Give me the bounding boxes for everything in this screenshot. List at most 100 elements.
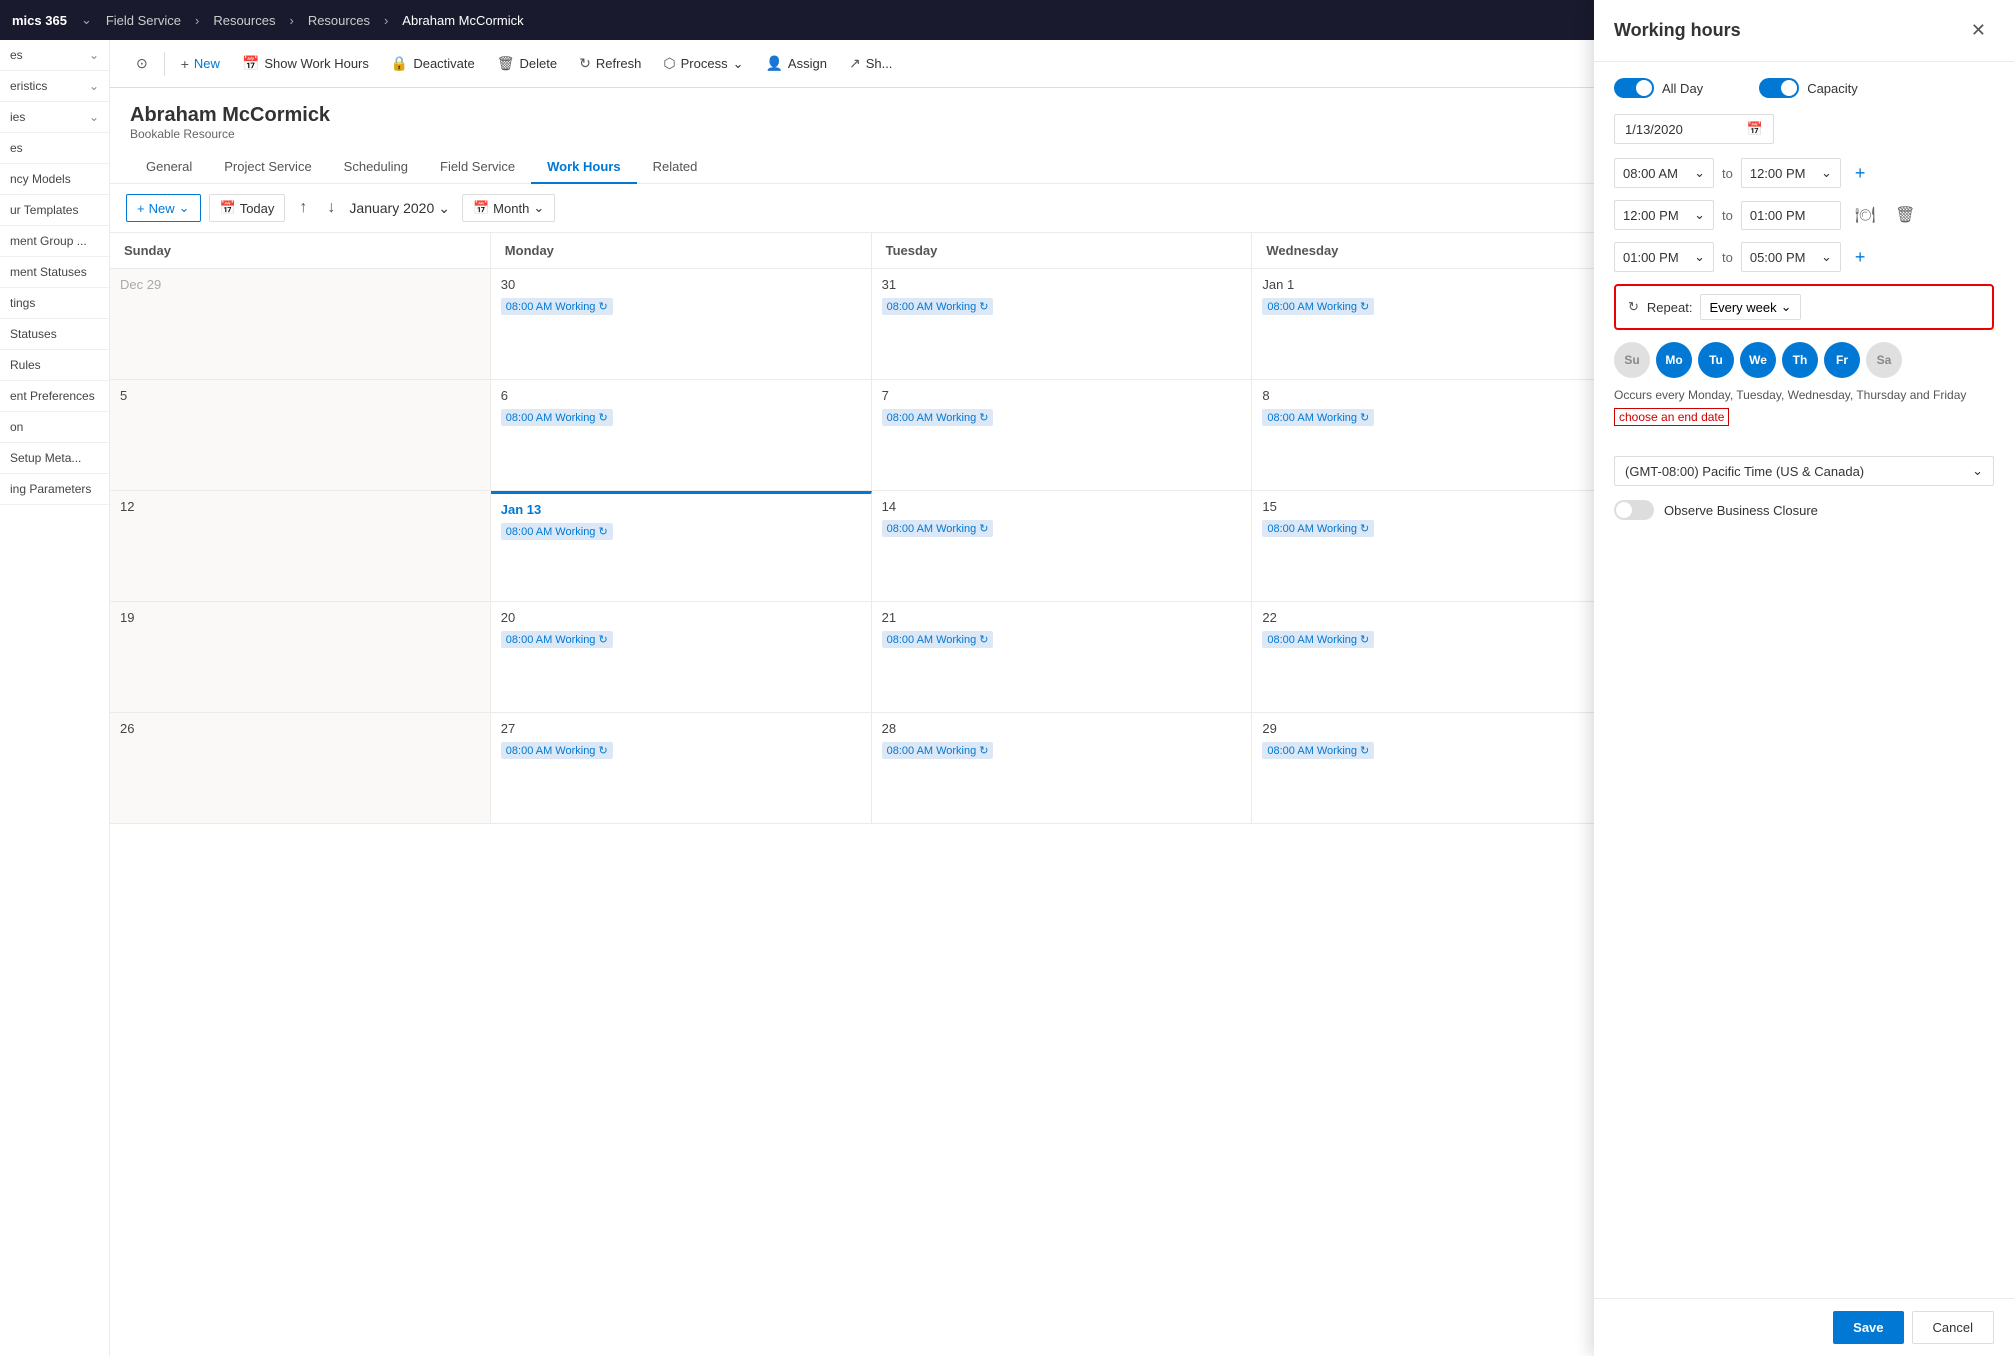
tab-scheduling[interactable]: Scheduling bbox=[328, 151, 424, 184]
cal-date: 14 bbox=[882, 499, 1242, 514]
working-badge: 08:00 AM Working ↻ bbox=[882, 409, 994, 426]
sidebar-item-11[interactable]: ent Preferences bbox=[0, 381, 109, 412]
time-to-label-1: to bbox=[1722, 166, 1733, 181]
sidebar-item-10[interactable]: Rules bbox=[0, 350, 109, 381]
cal-cell-dec29[interactable]: Dec 29 bbox=[110, 269, 491, 379]
day-circle-we[interactable]: We bbox=[1740, 342, 1776, 378]
cal-cell-12[interactable]: 12 bbox=[110, 491, 491, 601]
panel-footer: Save Cancel bbox=[1594, 1298, 2014, 1356]
working-badge[interactable]: 08:00 AM Working ↻ bbox=[501, 523, 613, 540]
refresh-button[interactable]: ↻ Refresh bbox=[569, 49, 651, 78]
sidebar-item-8[interactable]: tings bbox=[0, 288, 109, 319]
add-time-slot-3[interactable]: + bbox=[1849, 245, 1872, 270]
cal-period[interactable]: January 2020 ⌄ bbox=[349, 200, 450, 217]
add-time-slot-1[interactable]: + bbox=[1849, 161, 1872, 186]
user-icon: 👤 bbox=[765, 55, 782, 72]
day-circle-tu[interactable]: Tu bbox=[1698, 342, 1734, 378]
delete-button[interactable]: 🗑 Delete bbox=[487, 49, 567, 78]
cal-date: 31 bbox=[882, 277, 1242, 292]
cal-cell-7[interactable]: 7 08:00 AM Working ↻ bbox=[872, 380, 1253, 490]
timezone-select[interactable]: (GMT-08:00) Pacific Time (US & Canada) ⌄ bbox=[1614, 456, 1994, 486]
breadcrumb-field-service[interactable]: Field Service bbox=[106, 13, 181, 28]
process-button[interactable]: ⬡ Process ⌄ bbox=[653, 49, 753, 78]
cal-cell-31[interactable]: 31 08:00 AM Working ↻ bbox=[872, 269, 1253, 379]
share-button[interactable]: ↗ Sh... bbox=[839, 49, 902, 78]
time-to-3[interactable]: 05:00 PM ⌄ bbox=[1741, 242, 1841, 272]
cal-cell-14[interactable]: 14 08:00 AM Working ↻ bbox=[872, 491, 1253, 601]
cal-new-button[interactable]: + New ⌄ bbox=[126, 194, 201, 222]
cal-prev-button[interactable]: ↑ bbox=[293, 195, 313, 221]
cal-cell-29[interactable]: 29 08:00 AM Working ↻ bbox=[1252, 713, 1633, 823]
breadcrumb-resources-1[interactable]: Resources bbox=[213, 13, 275, 28]
delete-time-slot-2[interactable]: 🗑 bbox=[1889, 203, 1921, 227]
cal-cell-27[interactable]: 27 08:00 AM Working ↻ bbox=[491, 713, 872, 823]
end-date-row: choose an end date bbox=[1614, 408, 1994, 440]
cal-today-button[interactable]: 📅 Today bbox=[209, 194, 286, 222]
panel-close-button[interactable]: ✕ bbox=[1963, 16, 1994, 45]
cal-cell-26[interactable]: 26 bbox=[110, 713, 491, 823]
breadcrumb-resources-2[interactable]: Resources bbox=[308, 13, 370, 28]
sidebar-item-3[interactable]: es bbox=[0, 133, 109, 164]
cal-cell-jan13[interactable]: Jan 13 08:00 AM Working ↻ bbox=[491, 491, 872, 601]
tab-general[interactable]: General bbox=[130, 151, 208, 184]
cal-cell-20[interactable]: 20 08:00 AM Working ↻ bbox=[491, 602, 872, 712]
tab-field-service[interactable]: Field Service bbox=[424, 151, 531, 184]
assign-button[interactable]: 👤 Assign bbox=[755, 49, 836, 78]
tab-related[interactable]: Related bbox=[637, 151, 714, 184]
tab-project-service[interactable]: Project Service bbox=[208, 151, 327, 184]
save-button[interactable]: Save bbox=[1833, 1311, 1903, 1344]
sidebar-item-13[interactable]: Setup Meta... bbox=[0, 443, 109, 474]
day-circle-su[interactable]: Su bbox=[1614, 342, 1650, 378]
breadcrumb-person[interactable]: Abraham McCormick bbox=[402, 13, 523, 28]
history-button[interactable]: ⊙ bbox=[126, 49, 158, 78]
date-field[interactable]: 1/13/2020 📅 bbox=[1614, 114, 1774, 144]
sidebar-item-1[interactable]: eristics ⌄ bbox=[0, 71, 109, 102]
cal-cell-jan1[interactable]: Jan 1 08:00 AM Working ↻ bbox=[1252, 269, 1633, 379]
cal-view-button[interactable]: 📅 Month ⌄ bbox=[462, 194, 555, 222]
cancel-button[interactable]: Cancel bbox=[1912, 1311, 1994, 1344]
cal-cell-21[interactable]: 21 08:00 AM Working ↻ bbox=[872, 602, 1253, 712]
sidebar-item-14[interactable]: ing Parameters bbox=[0, 474, 109, 505]
repeat-select[interactable]: Every week ⌄ bbox=[1700, 294, 1800, 320]
cal-cell-19[interactable]: 19 bbox=[110, 602, 491, 712]
sidebar-item-2[interactable]: ies ⌄ bbox=[0, 102, 109, 133]
share-icon: ↗ bbox=[849, 55, 861, 72]
time-from-1[interactable]: 08:00 AM ⌄ bbox=[1614, 158, 1714, 188]
time-from-3[interactable]: 01:00 PM ⌄ bbox=[1614, 242, 1714, 272]
cal-cell-8[interactable]: 8 08:00 AM Working ↻ bbox=[1252, 380, 1633, 490]
time-to-2[interactable]: 01:00 PM bbox=[1741, 201, 1841, 230]
sidebar-item-0[interactable]: es ⌄ bbox=[0, 40, 109, 71]
capacity-toggle[interactable] bbox=[1759, 78, 1799, 98]
cal-cell-22[interactable]: 22 08:00 AM Working ↻ bbox=[1252, 602, 1633, 712]
day-circle-mo[interactable]: Mo bbox=[1656, 342, 1692, 378]
day-circle-fr[interactable]: Fr bbox=[1824, 342, 1860, 378]
time-to-1[interactable]: 12:00 PM ⌄ bbox=[1741, 158, 1841, 188]
day-circle-sa[interactable]: Sa bbox=[1866, 342, 1902, 378]
choose-end-date-link[interactable]: choose an end date bbox=[1614, 408, 1729, 426]
meal-icon-button[interactable]: 🍽 bbox=[1849, 203, 1881, 227]
sidebar-item-9[interactable]: Statuses bbox=[0, 319, 109, 350]
cal-cell-30[interactable]: 30 08:00 AM Working ↻ bbox=[491, 269, 872, 379]
cal-cell-5[interactable]: 5 bbox=[110, 380, 491, 490]
cal-cell-6[interactable]: 6 08:00 AM Working ↻ bbox=[491, 380, 872, 490]
new-button[interactable]: + New bbox=[171, 50, 230, 78]
sidebar-item-6[interactable]: ment Group ... bbox=[0, 226, 109, 257]
cal-cell-28[interactable]: 28 08:00 AM Working ↻ bbox=[872, 713, 1253, 823]
time-from-2[interactable]: 12:00 PM ⌄ bbox=[1614, 200, 1714, 230]
all-day-toggle[interactable] bbox=[1614, 78, 1654, 98]
sidebar-item-5[interactable]: ur Templates bbox=[0, 195, 109, 226]
sidebar-item-12[interactable]: on bbox=[0, 412, 109, 443]
cal-cell-15[interactable]: 15 08:00 AM Working ↻ bbox=[1252, 491, 1633, 601]
sidebar-item-4[interactable]: ncy Models bbox=[0, 164, 109, 195]
repeat-icon: ↻ bbox=[979, 744, 988, 757]
observe-toggle[interactable] bbox=[1614, 500, 1654, 520]
show-work-hours-button[interactable]: 📅 Show Work Hours bbox=[232, 49, 379, 78]
day-circle-th[interactable]: Th bbox=[1782, 342, 1818, 378]
panel-toggles-row: All Day Capacity bbox=[1614, 78, 1994, 98]
cal-date: 30 bbox=[501, 277, 861, 292]
capacity-toggle-group: Capacity bbox=[1759, 78, 1858, 98]
sidebar-item-7[interactable]: ment Statuses bbox=[0, 257, 109, 288]
tab-work-hours[interactable]: Work Hours bbox=[531, 151, 636, 184]
deactivate-button[interactable]: 🔒 Deactivate bbox=[381, 49, 485, 78]
cal-next-button[interactable]: ↓ bbox=[321, 195, 341, 221]
